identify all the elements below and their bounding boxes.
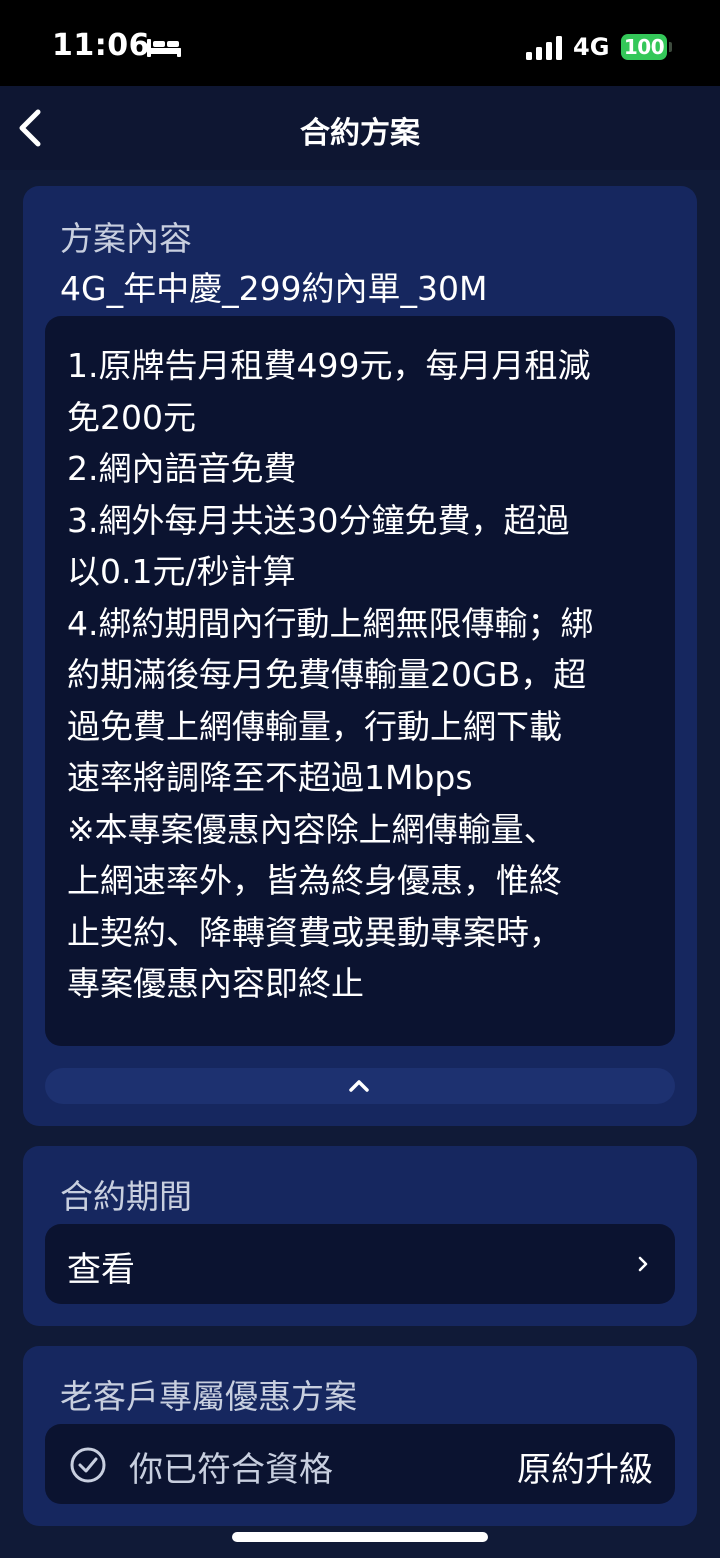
battery-indicator: 100 bbox=[621, 34, 667, 60]
upgrade-button[interactable]: 原約升級 bbox=[517, 1442, 653, 1491]
plan-details-box: 1.原牌告月租費499元，每月月租減 免200元 2.網內語音免費 3.網外每月… bbox=[45, 316, 675, 1046]
chevron-up-icon bbox=[349, 1080, 369, 1092]
loyalty-offer-card: 老客戶專屬優惠方案 你已符合資格 原約升級 bbox=[23, 1346, 697, 1526]
collapse-details-button[interactable] bbox=[45, 1068, 675, 1104]
loyalty-section-label: 老客戶專屬優惠方案 bbox=[60, 1377, 357, 1416]
status-time: 11:06 bbox=[52, 28, 150, 63]
plan-name: 4G_年中慶_299約內單_30M bbox=[60, 269, 488, 308]
check-circle-icon bbox=[70, 1447, 106, 1483]
home-indicator[interactable] bbox=[232, 1532, 488, 1542]
battery-level: 100 bbox=[623, 35, 665, 59]
contract-section-label: 合約期間 bbox=[60, 1177, 192, 1216]
page-title: 合約方案 bbox=[300, 116, 420, 151]
plan-content-card: 方案內容 4G_年中慶_299約內單_30M 1.原牌告月租費499元，每月月租… bbox=[23, 186, 697, 1126]
battery-nub bbox=[669, 42, 672, 52]
chevron-right-icon bbox=[638, 1256, 648, 1272]
view-contract-row[interactable]: 查看 bbox=[45, 1224, 675, 1304]
signal-icon bbox=[526, 36, 562, 60]
upgrade-row[interactable]: 你已符合資格 原約升級 bbox=[45, 1424, 675, 1504]
status-bar: 11:06 4G 100 bbox=[0, 0, 720, 86]
nav-bar: 合約方案 bbox=[0, 86, 720, 170]
plan-details-text: 1.原牌告月租費499元，每月月租減 免200元 2.網內語音免費 3.網外每月… bbox=[67, 346, 594, 1003]
contract-period-card: 合約期間 查看 bbox=[23, 1146, 697, 1326]
bed-icon bbox=[147, 39, 181, 57]
network-label: 4G bbox=[573, 33, 610, 61]
plan-section-label: 方案內容 bbox=[60, 219, 192, 258]
eligible-label: 你已符合資格 bbox=[129, 1450, 333, 1490]
view-contract-label: 查看 bbox=[67, 1250, 135, 1290]
